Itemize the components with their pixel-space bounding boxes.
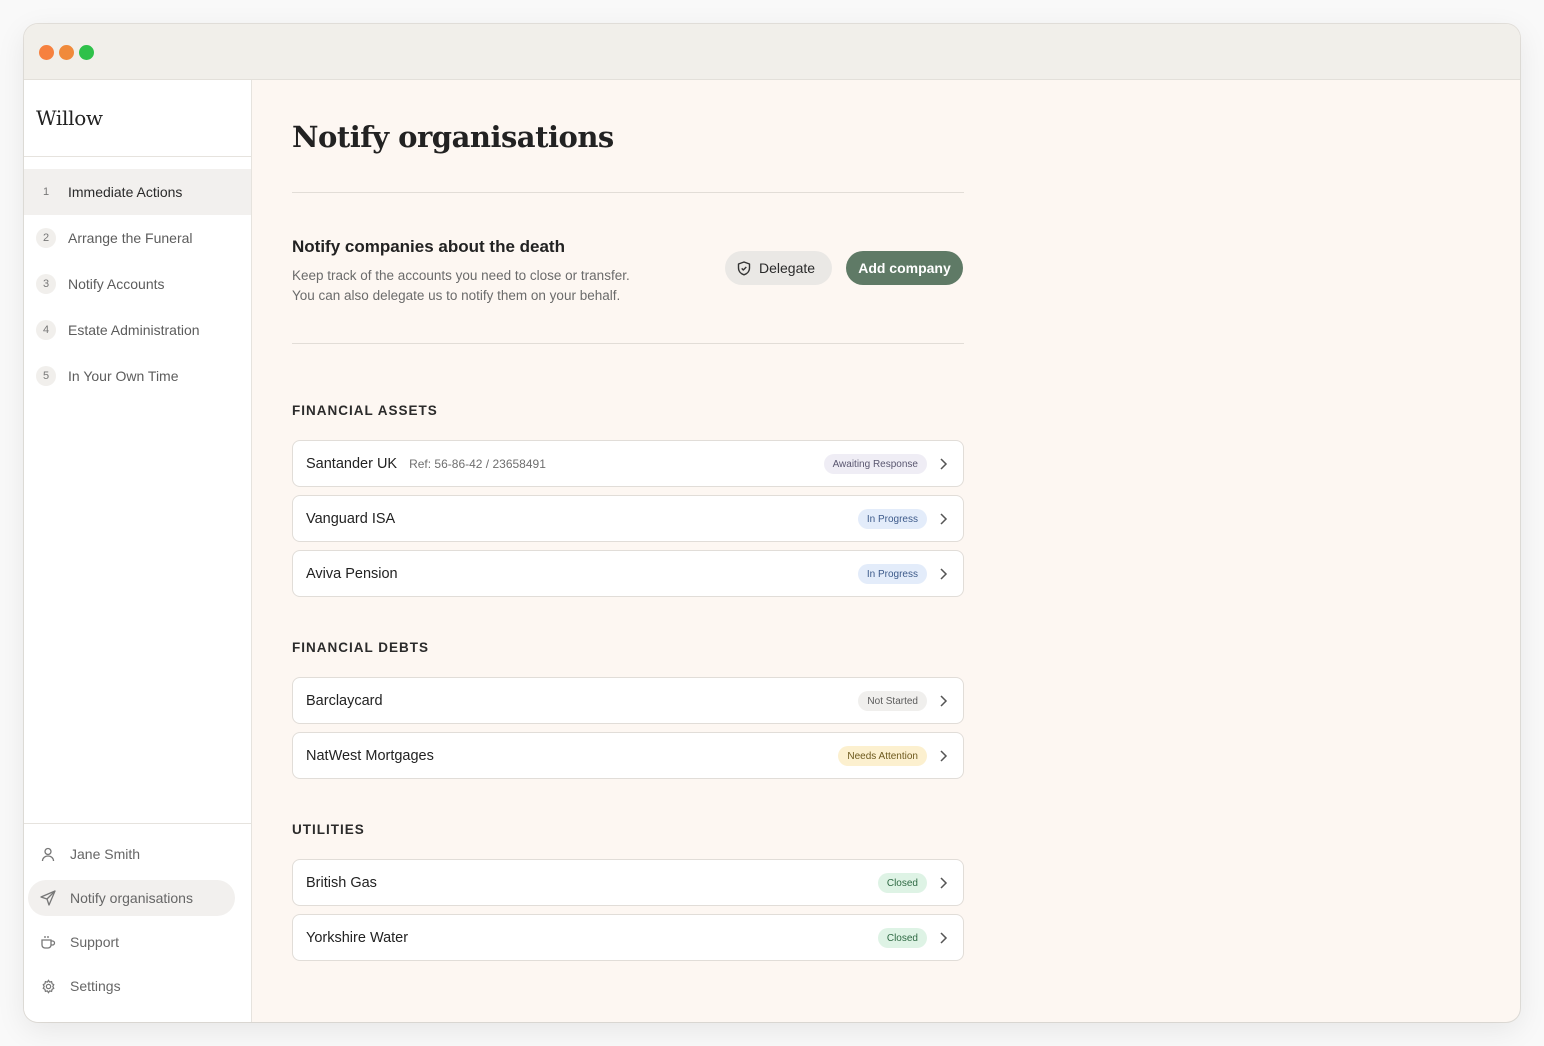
step-label: Arrange the Funeral — [68, 230, 193, 246]
status-badge: Closed — [877, 873, 927, 893]
step-label: Immediate Actions — [68, 184, 183, 200]
divider — [24, 823, 251, 824]
sidebar-item-label: Support — [70, 934, 120, 950]
company-row-natwest[interactable]: NatWest Mortgages Needs Attention — [292, 732, 964, 779]
chevron-right-icon — [940, 568, 948, 580]
sidebar-item-settings[interactable]: Settings — [28, 968, 235, 1004]
sidebar: Willow 1 Immediate Actions 2 Arrange the… — [24, 80, 252, 1022]
company-row-santander[interactable]: Santander UK Ref: 56-86-42 / 23658491 Aw… — [292, 440, 964, 487]
company-row-british-gas[interactable]: British Gas Closed — [292, 859, 964, 906]
step-label: In Your Own Time — [68, 368, 179, 384]
company-row-barclaycard[interactable]: Barclaycard Not Started — [292, 677, 964, 724]
company-row-vanguard[interactable]: Vanguard ISA In Progress — [292, 495, 964, 542]
page-title: Notify organisations — [292, 120, 614, 154]
sidebar-item-label: Jane Smith — [70, 846, 141, 862]
sidebar-step-immediate-actions[interactable]: 1 Immediate Actions — [24, 169, 251, 215]
delegate-button[interactable]: Delegate — [725, 251, 832, 285]
company-name: Yorkshire Water — [306, 929, 409, 946]
sidebar-item-label: Settings — [70, 978, 121, 994]
chevron-right-icon — [940, 458, 948, 470]
shield-icon — [737, 260, 751, 276]
send-icon — [40, 890, 56, 906]
category-heading: FINANCIAL ASSETS — [292, 403, 438, 418]
company-row-yorkshire-water[interactable]: Yorkshire Water Closed — [292, 914, 964, 961]
company-name: Santander UK — [306, 455, 398, 472]
status-badge: In Progress — [857, 564, 927, 584]
gear-icon — [40, 978, 56, 994]
close-window-button[interactable] — [39, 45, 54, 60]
sidebar-step-notify-accounts[interactable]: 3 Notify Accounts — [24, 261, 251, 307]
title-bar — [24, 24, 1520, 80]
chevron-right-icon — [940, 877, 948, 889]
sidebar-step-in-your-own-time[interactable]: 5 In Your Own Time — [24, 353, 251, 399]
status-badge: Not Started — [858, 691, 927, 711]
brand-logo[interactable]: Willow — [36, 106, 103, 130]
account-nav: Jane Smith Notify organisations Support … — [28, 836, 235, 1012]
sidebar-item-support[interactable]: Support — [28, 924, 235, 960]
status-badge: In Progress — [857, 509, 927, 529]
maximize-window-button[interactable] — [79, 45, 94, 60]
chevron-right-icon — [940, 695, 948, 707]
status-badge: Needs Attention — [838, 746, 927, 766]
divider — [292, 343, 964, 344]
add-company-button[interactable]: Add company — [846, 251, 963, 285]
mug-icon — [40, 934, 56, 950]
company-reference: Ref: 56-86-42 / 23658491 — [409, 456, 546, 471]
chevron-right-icon — [940, 750, 948, 762]
step-label: Notify Accounts — [68, 276, 165, 292]
delegate-label: Delegate — [759, 260, 816, 276]
company-name: Aviva Pension — [306, 565, 398, 582]
company-name: British Gas — [306, 874, 377, 891]
sidebar-item-profile[interactable]: Jane Smith — [28, 836, 235, 872]
step-nav: 1 Immediate Actions 2 Arrange the Funera… — [24, 169, 251, 399]
company-name: NatWest Mortgages — [306, 747, 434, 764]
step-number: 4 — [36, 320, 56, 340]
main-content: Notify organisations Notify companies ab… — [252, 80, 1520, 1022]
chevron-right-icon — [940, 932, 948, 944]
user-icon — [40, 846, 56, 862]
company-name: Barclaycard — [306, 692, 383, 709]
status-badge: Awaiting Response — [823, 454, 927, 474]
step-number: 1 — [42, 186, 50, 198]
sidebar-item-notify-organisations[interactable]: Notify organisations — [28, 880, 235, 916]
minimize-window-button[interactable] — [59, 45, 74, 60]
company-name: Vanguard ISA — [306, 510, 396, 527]
sidebar-item-label: Notify organisations — [70, 890, 193, 906]
step-number: 3 — [36, 274, 56, 294]
status-badge: Closed — [877, 928, 927, 948]
category-heading: FINANCIAL DEBTS — [292, 640, 430, 655]
step-number: 2 — [36, 228, 56, 248]
sidebar-step-arrange-funeral[interactable]: 2 Arrange the Funeral — [24, 215, 251, 261]
app-window: Willow 1 Immediate Actions 2 Arrange the… — [24, 24, 1520, 1022]
divider — [24, 156, 251, 157]
step-label: Estate Administration — [68, 322, 200, 338]
sidebar-step-estate-administration[interactable]: 4 Estate Administration — [24, 307, 251, 353]
step-number: 5 — [36, 366, 56, 386]
divider — [292, 192, 964, 193]
description-line: You can also delegate us to notify them … — [292, 288, 621, 303]
category-heading: UTILITIES — [292, 822, 365, 837]
company-row-aviva[interactable]: Aviva Pension In Progress — [292, 550, 964, 597]
section-header: Notify companies about the death Keep tr… — [292, 237, 964, 307]
chevron-right-icon — [940, 513, 948, 525]
